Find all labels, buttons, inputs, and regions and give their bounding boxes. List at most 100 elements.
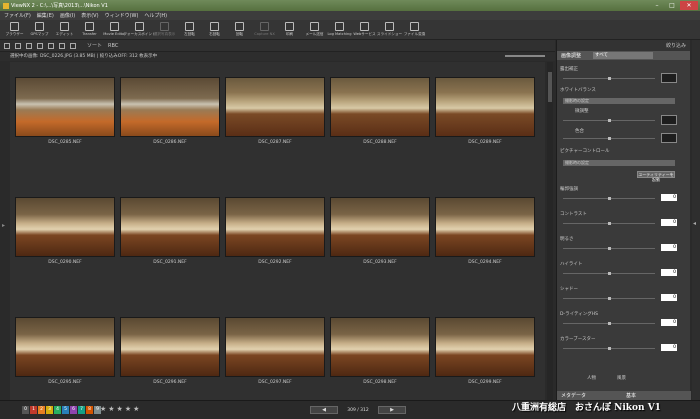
adjust-slider-knob[interactable]: [608, 297, 611, 300]
adjust-slider[interactable]: [563, 247, 655, 250]
adjust-slider-knob[interactable]: [608, 222, 611, 225]
thumbnail-image[interactable]: [435, 77, 535, 137]
thumbnail-item[interactable]: DSC_0296.NEF: [120, 317, 220, 385]
adjust-slider[interactable]: [563, 222, 655, 225]
toolbar-button-6[interactable]: 選択写真表示: [152, 20, 177, 40]
menu-file[interactable]: ファイル(F): [4, 12, 31, 19]
thumbnail-item[interactable]: DSC_0286.NEF: [120, 77, 220, 145]
fine-tune-slider[interactable]: [563, 119, 655, 122]
adjust-slider-knob[interactable]: [608, 197, 611, 200]
thumbnail-item[interactable]: DSC_0294.NEF: [435, 197, 535, 265]
thumbnail-image[interactable]: [120, 317, 220, 377]
menu-edit[interactable]: 編集(E): [37, 12, 54, 19]
adjust-value-field[interactable]: 0: [661, 344, 677, 351]
thumbnail-image[interactable]: [435, 197, 535, 257]
thumbnail-item[interactable]: DSC_0292.NEF: [225, 197, 325, 265]
adjust-value-field[interactable]: 0: [661, 269, 677, 276]
adjust-slider-knob[interactable]: [608, 322, 611, 325]
prev-page-button[interactable]: ◀: [310, 406, 338, 414]
viewer-icon[interactable]: [48, 42, 54, 49]
thumbnail-item[interactable]: DSC_0293.NEF: [330, 197, 430, 265]
metadata-tab[interactable]: メタデータ 基本: [557, 391, 691, 400]
label-button-5[interactable]: 5: [62, 406, 69, 414]
thumbnail-size-slider[interactable]: [505, 55, 545, 57]
toolbar-button-10[interactable]: Capture NX: [252, 20, 277, 40]
toolbar-button-8[interactable]: 右回転: [202, 20, 227, 40]
exposure-slider-knob[interactable]: [608, 77, 611, 80]
menu-image[interactable]: 画像(I): [60, 12, 75, 19]
menu-view[interactable]: 表示(V): [81, 12, 98, 19]
metadata-select[interactable]: 基本: [626, 392, 636, 399]
rating-stars[interactable]: ★★★★★: [100, 405, 141, 413]
toolbar-button-12[interactable]: メール送信: [302, 20, 327, 40]
grid-view-icon[interactable]: [4, 42, 10, 49]
toolbar-button-0[interactable]: ブラウザー: [2, 20, 27, 40]
thumbnail-item[interactable]: DSC_0285.NEF: [15, 77, 115, 145]
tint-slider-knob[interactable]: [608, 137, 611, 140]
thumbnail-image[interactable]: [435, 317, 535, 377]
label-button-6[interactable]: 6: [70, 406, 77, 414]
thumbnail-item[interactable]: DSC_0299.NEF: [435, 317, 535, 385]
forward-icon[interactable]: [26, 42, 32, 49]
thumbnail-image[interactable]: [330, 197, 430, 257]
label-button-7[interactable]: 7: [78, 406, 85, 414]
toolbar-button-7[interactable]: 左回転: [177, 20, 202, 40]
label-button-8[interactable]: 8: [86, 406, 93, 414]
thumbnail-item[interactable]: DSC_0291.NEF: [120, 197, 220, 265]
close-button[interactable]: ✕: [680, 1, 698, 10]
minimize-button[interactable]: –: [650, 1, 664, 10]
next-page-button[interactable]: ▶: [378, 406, 406, 414]
booster-option-landscape[interactable]: 風景: [617, 375, 626, 381]
adjust-slider[interactable]: [563, 197, 655, 200]
adjust-scope-select[interactable]: すべて: [593, 52, 654, 59]
toolbar-button-11[interactable]: 印刷: [277, 20, 302, 40]
thumbnail-image[interactable]: [225, 197, 325, 257]
label-button-1[interactable]: 1: [30, 406, 37, 414]
thumbnail-image[interactable]: [225, 317, 325, 377]
adjust-slider[interactable]: [563, 272, 655, 275]
right-panel-toggle[interactable]: ◂: [692, 40, 700, 400]
menu-window[interactable]: ウィンドウ(W): [105, 12, 139, 19]
adjust-value-field[interactable]: 0: [661, 294, 677, 301]
thumbnail-image[interactable]: [15, 197, 115, 257]
toolbar-button-2[interactable]: エディット: [52, 20, 77, 40]
adjust-slider[interactable]: [563, 347, 655, 350]
adjust-slider[interactable]: [563, 297, 655, 300]
thumbnail-image[interactable]: [330, 317, 430, 377]
toolbar-button-16[interactable]: ファイル変換: [402, 20, 427, 40]
thumbnail-item[interactable]: DSC_0290.NEF: [15, 197, 115, 265]
thumbnail-item[interactable]: DSC_0289.NEF: [435, 77, 535, 145]
menu-help[interactable]: ヘルプ(H): [144, 12, 167, 19]
sort-select[interactable]: RBC: [108, 43, 118, 49]
toolbar-button-13[interactable]: Log Matching: [327, 20, 352, 40]
label-button-2[interactable]: 2: [38, 406, 45, 414]
adjust-slider-knob[interactable]: [608, 247, 611, 250]
thumbnail-image[interactable]: [120, 77, 220, 137]
thumbnail-image[interactable]: [120, 197, 220, 257]
adjust-tab[interactable]: 画像調整 すべて: [557, 51, 690, 60]
toolbar-button-5[interactable]: フォーカスポイント: [123, 20, 156, 40]
tint-slider[interactable]: [563, 137, 655, 140]
thumbnail-item[interactable]: DSC_0288.NEF: [330, 77, 430, 145]
fine-tune-slider-knob[interactable]: [608, 119, 611, 122]
filter-label[interactable]: 絞り込み: [666, 42, 686, 49]
adjust-slider-knob[interactable]: [608, 347, 611, 350]
toolbar-button-3[interactable]: Transfer: [77, 20, 102, 40]
toolbar-button-1[interactable]: GPSマップ: [27, 20, 52, 40]
exposure-slider[interactable]: [563, 77, 655, 80]
booster-option-people[interactable]: 人物: [587, 375, 596, 381]
grid-scrollbar-thumb[interactable]: [548, 72, 552, 102]
adjust-value-field[interactable]: 0: [661, 319, 677, 326]
adjust-value-field[interactable]: 0: [661, 194, 677, 201]
thumbnail-item[interactable]: DSC_0295.NEF: [15, 317, 115, 385]
adjust-slider[interactable]: [563, 322, 655, 325]
left-panel-toggle[interactable]: ▸: [0, 62, 8, 400]
grid-scrollbar[interactable]: [547, 62, 553, 400]
label-button-0[interactable]: 0: [22, 406, 29, 414]
adjust-slider-knob[interactable]: [608, 272, 611, 275]
thumbnail-image[interactable]: [15, 317, 115, 377]
adjust-value-field[interactable]: 0: [661, 244, 677, 251]
thumbnail-item[interactable]: DSC_0287.NEF: [225, 77, 325, 145]
toolbar-button-14[interactable]: Webサービス: [352, 20, 377, 40]
full-screen-icon[interactable]: [70, 42, 76, 49]
